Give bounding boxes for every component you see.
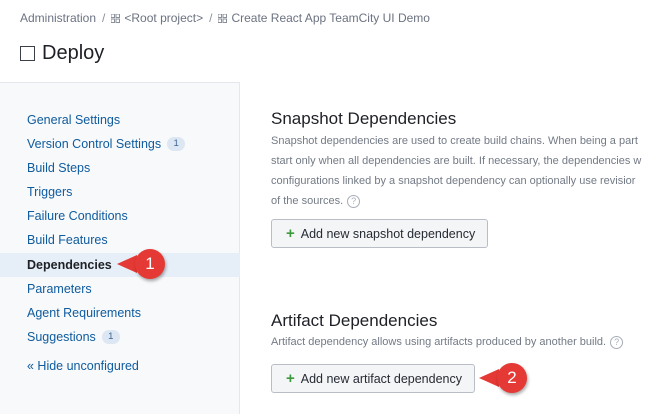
sidebar-item-agent-requirements[interactable]: Agent Requirements: [0, 301, 240, 325]
plus-icon: +: [286, 225, 295, 242]
count-badge: 1: [101, 330, 120, 344]
callout-marker-1: 1: [135, 249, 165, 279]
breadcrumb-administration[interactable]: Administration: [20, 11, 96, 25]
sidebar-item-build-features[interactable]: Build Features: [0, 228, 240, 252]
sidebar-item-general-settings[interactable]: General Settings: [0, 108, 240, 132]
artifact-dependencies-title: Artifact Dependencies: [271, 311, 438, 330]
sidebar-item-label: Agent Requirements: [27, 306, 141, 320]
count-badge: 1: [167, 137, 186, 151]
build-configuration-icon: [20, 46, 35, 61]
main-content: Snapshot Dependencies Snapshot dependenc…: [241, 82, 658, 414]
sidebar-item-parameters[interactable]: Parameters: [0, 277, 240, 301]
artifact-dependencies-description: Artifact dependency allows using artifac…: [271, 332, 624, 352]
snapshot-dependencies-title: Snapshot Dependencies: [271, 109, 457, 128]
hide-unconfigured-link[interactable]: « Hide unconfigured: [27, 359, 139, 373]
description-line: of the sources.: [271, 195, 344, 207]
sidebar-item-triggers[interactable]: Triggers: [0, 180, 240, 204]
help-icon[interactable]: ?: [347, 194, 361, 208]
description-line: configurations linked by a snapshot depe…: [271, 175, 636, 187]
page-title-text: Deploy: [42, 42, 105, 64]
sidebar-item-label: Dependencies: [27, 258, 112, 272]
description-line: Artifact dependency allows using artifac…: [271, 336, 607, 348]
add-snapshot-dependency-button[interactable]: + Add new snapshot dependency: [271, 219, 489, 248]
description-line: Snapshot dependencies are used to create…: [271, 135, 638, 147]
breadcrumb-root-project[interactable]: <Root project>: [124, 11, 203, 25]
sidebar-item-suggestions[interactable]: Suggestions 1: [0, 325, 240, 349]
sidebar-item-build-steps[interactable]: Build Steps: [0, 156, 240, 180]
sidebar-item-failure-conditions[interactable]: Failure Conditions: [0, 204, 240, 228]
description-line: start only when all dependencies are bui…: [271, 155, 642, 167]
sidebar-item-label: Build Features: [27, 233, 108, 247]
page-title: Deploy: [20, 42, 104, 65]
callout-marker-2: 2: [497, 363, 527, 393]
add-artifact-dependency-button[interactable]: + Add new artifact dependency: [271, 364, 475, 393]
sidebar-item-label: Parameters: [27, 282, 92, 296]
snapshot-dependencies-description: Snapshot dependencies are used to create…: [271, 131, 641, 211]
sidebar-item-label: Failure Conditions: [27, 209, 128, 223]
callout-pointer: [117, 255, 137, 273]
sidebar-item-label: Triggers: [27, 185, 73, 199]
breadcrumb: Administration / <Root project> / Create…: [20, 11, 430, 25]
sidebar-item-label: Version Control Settings: [27, 137, 162, 151]
button-label: Add new artifact dependency: [300, 371, 462, 386]
breadcrumb-project[interactable]: Create React App TeamCity UI Demo: [231, 11, 430, 25]
breadcrumb-separator: /: [102, 11, 106, 25]
sidebar: General Settings Version Control Setting…: [0, 82, 240, 414]
help-icon[interactable]: ?: [610, 335, 624, 349]
plus-icon: +: [286, 370, 295, 387]
project-icon: [218, 13, 228, 23]
sidebar-item-label: Suggestions: [27, 330, 96, 344]
project-icon: [111, 13, 121, 23]
sidebar-item-label: Build Steps: [27, 161, 91, 175]
breadcrumb-separator: /: [209, 11, 213, 25]
sidebar-item-version-control-settings[interactable]: Version Control Settings 1: [0, 132, 240, 156]
button-label: Add new snapshot dependency: [300, 226, 476, 241]
callout-pointer: [479, 369, 499, 387]
sidebar-item-label: General Settings: [27, 113, 121, 127]
